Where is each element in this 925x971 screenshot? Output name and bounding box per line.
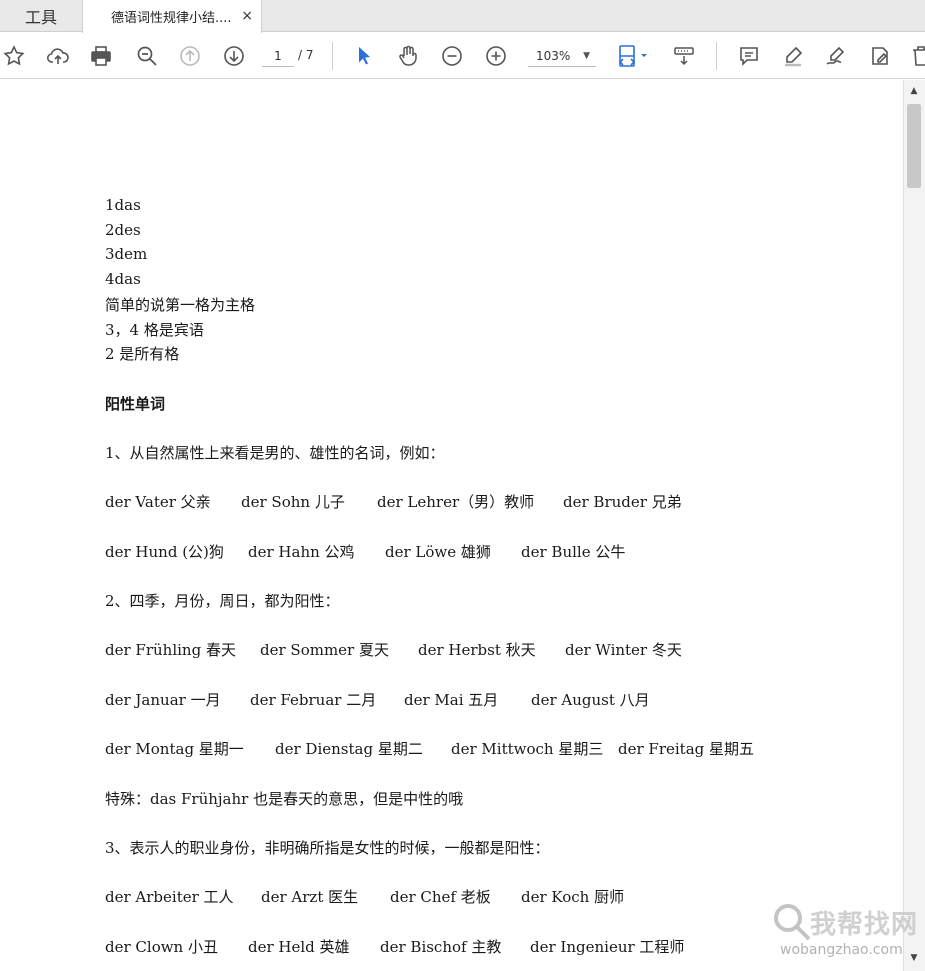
comment-icon[interactable] (735, 42, 763, 70)
page-up-icon[interactable] (176, 42, 204, 70)
chevron-down-icon: ▼ (583, 50, 590, 61)
toolbar-divider (716, 42, 717, 70)
text-line: 3，4 格是宾语 (105, 321, 204, 339)
text-line: 3dem (105, 245, 148, 263)
cloud-upload-icon[interactable] (44, 42, 72, 70)
vocab-item: der Hund (公)狗 (105, 543, 224, 561)
vocab-item: der Winter 冬天 (565, 641, 682, 659)
vocab-item: der Chef 老板 (390, 888, 491, 906)
tab-document-title: 德语词性规律小结.... (111, 11, 232, 26)
vertical-scrollbar[interactable]: ▲ ▼ (903, 80, 925, 971)
text-line: 2 是所有格 (105, 345, 180, 363)
vocab-item: der Mittwoch 星期三 (451, 740, 604, 758)
highlight-icon[interactable] (779, 42, 807, 70)
tab-bar: 工具 德语词性规律小结.... × (0, 0, 925, 33)
watermark-title: 我帮找网 (810, 910, 919, 940)
text-line: 特殊：das Frühjahr 也是春天的意思，但是中性的哦 (105, 790, 464, 808)
vocab-item: der August 八月 (531, 691, 650, 709)
toolbar: / 7 103% ▼ (0, 33, 925, 79)
magnifier-icon (774, 904, 811, 941)
vocab-item: der Arzt 医生 (261, 888, 359, 906)
text-line: 4das (105, 270, 141, 288)
text-line: 简单的说第一格为主格 (105, 296, 256, 314)
page-number-input[interactable] (262, 45, 294, 67)
pdf-reader-window: 工具 德语词性规律小结.... × / 7 (0, 0, 925, 971)
watermark: 我帮找网 wobangzhao.com (770, 900, 920, 968)
text-line: 1、从自然属性上来看是男的、雄性的名词，例如： (105, 444, 445, 462)
tab-document[interactable]: 德语词性规律小结.... × (82, 0, 262, 33)
zoom-out-icon[interactable] (438, 42, 466, 70)
vocab-item: der Dienstag 星期二 (275, 740, 423, 758)
scroll-up-icon[interactable]: ▲ (906, 86, 922, 100)
vocab-item: der Hahn 公鸡 (248, 543, 355, 561)
share-edit-icon[interactable] (866, 42, 894, 70)
document-viewer[interactable]: 1das 2des 3dem 4das 简单的说第一格为主格 3，4 格是宾语 2 是所有格… (0, 80, 903, 971)
text-line: 3、表示人的职业身份，非明确所指是女性的时候，一般都是阳性： (105, 839, 550, 857)
vocab-item: der Arbeiter 工人 (105, 888, 234, 906)
page-down-icon[interactable] (220, 42, 248, 70)
search-zoom-icon[interactable] (133, 42, 161, 70)
text-line: 1das (105, 196, 141, 214)
text-line: 2、四季，月份，周日，都为阳性： (105, 592, 340, 610)
vocab-item: der Frühling 春天 (105, 641, 236, 659)
zoom-in-icon[interactable] (482, 42, 510, 70)
print-icon[interactable] (87, 42, 115, 70)
read-mode-icon[interactable] (670, 42, 698, 70)
toolbar-divider (332, 42, 333, 70)
vocab-item: der Lehrer（男）教师 (377, 493, 535, 511)
vocab-item: der Vater 父亲 (105, 493, 211, 511)
vocab-item: der Mai 五月 (404, 691, 499, 709)
hand-tool-icon[interactable] (394, 42, 422, 70)
vocab-item: der Löwe 雄狮 (385, 543, 491, 561)
vocab-item: der Bischof 主教 (380, 938, 502, 956)
vocab-item: der Bruder 兄弟 (563, 493, 682, 511)
vocab-item: der Sommer 夏天 (260, 641, 389, 659)
page-total: / 7 (298, 48, 314, 62)
delete-icon[interactable] (907, 42, 925, 70)
fit-page-icon[interactable] (613, 42, 653, 70)
vocab-item: der Herbst 秋天 (418, 641, 536, 659)
zoom-value: 103% (536, 48, 571, 63)
vocab-item: der Sohn 儿子 (241, 493, 345, 511)
select-pointer-icon[interactable] (350, 42, 378, 70)
vocab-item: der Montag 星期一 (105, 740, 244, 758)
vocab-item: der Koch 厨师 (521, 888, 625, 906)
vocab-item: der Freitag 星期五 (618, 740, 755, 758)
zoom-select[interactable]: 103% ▼ (528, 45, 596, 67)
close-icon[interactable]: × (241, 8, 253, 24)
vocab-item: der Februar 二月 (250, 691, 377, 709)
star-icon[interactable] (0, 42, 28, 70)
watermark-url: wobangzhao.com (780, 942, 903, 958)
tab-tools[interactable]: 工具 (0, 0, 82, 32)
vocab-item: der Bulle 公牛 (521, 543, 626, 561)
vocab-item: der Held 英雄 (248, 938, 350, 956)
vocab-item: der Clown 小丑 (105, 938, 218, 956)
text-line: 2des (105, 221, 141, 239)
vocab-item: der Ingenieur 工程师 (530, 938, 685, 956)
vocab-item: der Januar 一月 (105, 691, 221, 709)
scroll-thumb[interactable] (907, 104, 921, 188)
section-heading: 阳性单词 (105, 395, 166, 413)
sign-icon[interactable] (822, 42, 850, 70)
